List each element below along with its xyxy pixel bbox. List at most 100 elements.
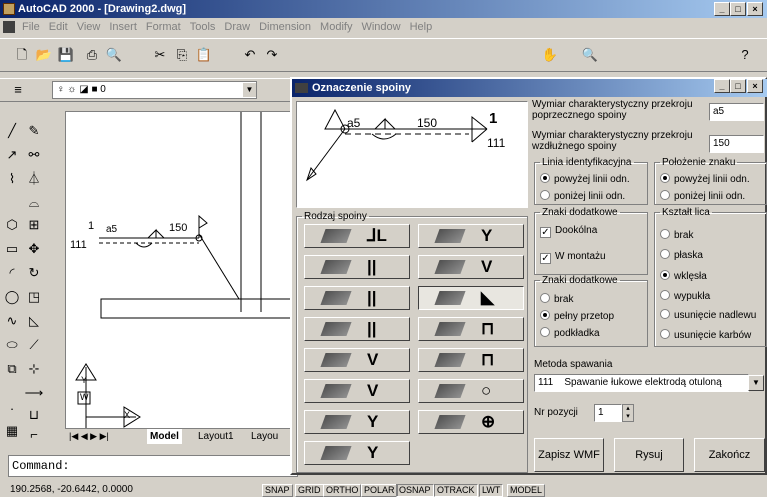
new-icon[interactable]: 🗋: [12, 45, 32, 65]
dialog-maximize-icon[interactable]: □: [730, 79, 746, 93]
ksztalt-opt-plaska[interactable]: płaska: [660, 249, 703, 262]
rectangle-icon[interactable]: ▭: [2, 239, 22, 259]
weld-type-button[interactable]: ⊓: [418, 317, 524, 341]
w-montazu-checkbox[interactable]: ✓ W montażu: [540, 251, 606, 264]
weld-type-button[interactable]: V: [304, 348, 410, 372]
osnap-button[interactable]: OSNAP: [396, 484, 434, 497]
otrack-button[interactable]: OTRACK: [434, 484, 478, 497]
nr-pozycji-input[interactable]: 1: [594, 404, 622, 422]
drawing-canvas[interactable]: 1 a5 150 111 Y W X: [65, 111, 296, 444]
polar-button[interactable]: POLAR: [361, 484, 398, 497]
open-icon[interactable]: 📂: [34, 45, 54, 65]
scale-icon[interactable]: ◳: [24, 287, 44, 307]
insert-icon[interactable]: ⧉: [2, 359, 22, 379]
rotate-icon[interactable]: ↻: [24, 263, 44, 283]
menu-item[interactable]: Dimension: [259, 21, 311, 33]
mirror-icon[interactable]: ⏃: [24, 169, 44, 189]
ksztalt-opt-wklesla[interactable]: wklęsła: [660, 270, 707, 283]
polygon-icon[interactable]: ⬡: [2, 215, 22, 235]
menu-item[interactable]: File: [22, 21, 40, 33]
redo-icon[interactable]: ↷: [262, 45, 282, 65]
weld-type-button[interactable]: ⊓: [418, 348, 524, 372]
paste-icon[interactable]: 📋: [194, 45, 214, 65]
tab-nav-icons[interactable]: |◀ ◀ ▶ ▶|: [69, 429, 109, 444]
save-icon[interactable]: 💾: [56, 45, 76, 65]
move-icon[interactable]: ✥: [24, 239, 44, 259]
undo-icon[interactable]: ↶: [240, 45, 260, 65]
weld-type-button[interactable]: ⊕: [418, 410, 524, 434]
weld-type-button[interactable]: ⅃L: [304, 224, 410, 248]
polozenie-opt2[interactable]: poniżej linii odn.: [660, 190, 745, 203]
lwt-button[interactable]: LWT: [479, 484, 504, 497]
tab-layout1[interactable]: Layout1: [195, 429, 237, 444]
array-icon[interactable]: ⊞: [24, 215, 44, 235]
menu-item[interactable]: Window: [361, 21, 400, 33]
menu-item[interactable]: Draw: [224, 21, 250, 33]
znaki2-opt3[interactable]: podkładka: [540, 327, 600, 340]
weld-type-button[interactable]: Y: [304, 410, 410, 434]
preview-icon[interactable]: 🔍: [104, 45, 124, 65]
tab-model[interactable]: Model: [147, 429, 182, 444]
zoom-icon[interactable]: 🔍: [580, 45, 600, 65]
xline-icon[interactable]: ↗: [2, 145, 22, 165]
wymiar-poprzeczny-input[interactable]: a5: [709, 103, 764, 121]
grid-button[interactable]: GRID: [295, 484, 324, 497]
menu-item[interactable]: Modify: [320, 21, 352, 33]
close-icon[interactable]: ×: [747, 2, 763, 16]
polozenie-opt1[interactable]: powyżej linii odn.: [660, 173, 750, 186]
chevron-down-icon[interactable]: ▼: [243, 83, 256, 97]
help-icon[interactable]: ?: [735, 45, 755, 65]
weld-type-button[interactable]: ◣: [418, 286, 524, 310]
layers-icon[interactable]: ≡: [8, 80, 28, 100]
weld-type-button[interactable]: V: [418, 255, 524, 279]
dookolna-checkbox[interactable]: ✓ Dookólna: [540, 225, 597, 238]
trim-icon[interactable]: ⊹: [24, 359, 44, 379]
znaki2-opt2[interactable]: pełny przetop: [540, 310, 614, 323]
circle-icon[interactable]: ◯: [2, 287, 22, 307]
point-icon[interactable]: ·: [2, 399, 22, 419]
znaki2-opt1[interactable]: brak: [540, 293, 573, 306]
wymiar-wzdluzny-input[interactable]: 150: [709, 135, 764, 153]
tab-layout2[interactable]: Layou: [248, 429, 281, 444]
metoda-select[interactable]: 111 Spawanie łukowe elektrodą otuloną: [534, 374, 749, 392]
zapisz-wmf-button[interactable]: Zapisz WMF: [534, 438, 604, 472]
ortho-button[interactable]: ORTHO: [323, 484, 362, 497]
menu-item[interactable]: Format: [146, 21, 181, 33]
menu-item[interactable]: View: [77, 21, 101, 33]
layer-select[interactable]: ♀ ☼ ◪ ■ 0: [52, 81, 257, 99]
polyline-icon[interactable]: ⌇: [2, 169, 22, 189]
spinner-icon[interactable]: ▴ ▾: [622, 404, 634, 422]
spline-icon[interactable]: ∿: [2, 311, 22, 331]
menu-item[interactable]: Edit: [49, 21, 68, 33]
print-icon[interactable]: ⎙: [82, 45, 102, 65]
ksztalt-opt-karby[interactable]: usunięcie karbów: [660, 329, 751, 342]
ellipse-icon[interactable]: ⬭: [2, 335, 22, 355]
copy-icon[interactable]: ⎘: [172, 45, 192, 65]
hatch-icon[interactable]: ▦: [2, 421, 22, 441]
copy-object-icon[interactable]: ⚯: [24, 145, 44, 165]
offset-icon[interactable]: ⌓: [24, 193, 44, 213]
weld-type-button[interactable]: ○: [418, 379, 524, 403]
weld-type-button[interactable]: ||: [304, 317, 410, 341]
ksztalt-opt-nadlew[interactable]: usunięcie nadlewu: [660, 309, 766, 322]
cut-icon[interactable]: ✂: [150, 45, 170, 65]
zakoncz-button[interactable]: Zakończ: [694, 438, 765, 472]
dialog-close-icon[interactable]: ×: [747, 79, 763, 93]
maximize-icon[interactable]: □: [730, 2, 746, 16]
linia-opt1[interactable]: powyżej linii odn.: [540, 173, 630, 186]
rysuj-button[interactable]: Rysuj: [614, 438, 684, 472]
stretch-icon[interactable]: ◺: [24, 311, 44, 331]
weld-type-button[interactable]: Y: [418, 224, 524, 248]
snap-button[interactable]: SNAP: [262, 484, 293, 497]
ksztalt-opt-wypukla[interactable]: wypukła: [660, 290, 710, 303]
arc-icon[interactable]: ◜: [2, 263, 22, 283]
weld-type-button[interactable]: ||: [304, 255, 410, 279]
erase-icon[interactable]: ✎: [24, 121, 44, 141]
break-icon[interactable]: ⊔: [24, 405, 44, 425]
pan-icon[interactable]: ✋: [540, 45, 560, 65]
lengthen-icon[interactable]: ⟋: [24, 335, 44, 355]
menu-item[interactable]: Tools: [190, 21, 216, 33]
extend-icon[interactable]: ⟶: [24, 383, 44, 403]
dialog-minimize-icon[interactable]: _: [714, 79, 730, 93]
weld-type-button[interactable]: ||: [304, 286, 410, 310]
